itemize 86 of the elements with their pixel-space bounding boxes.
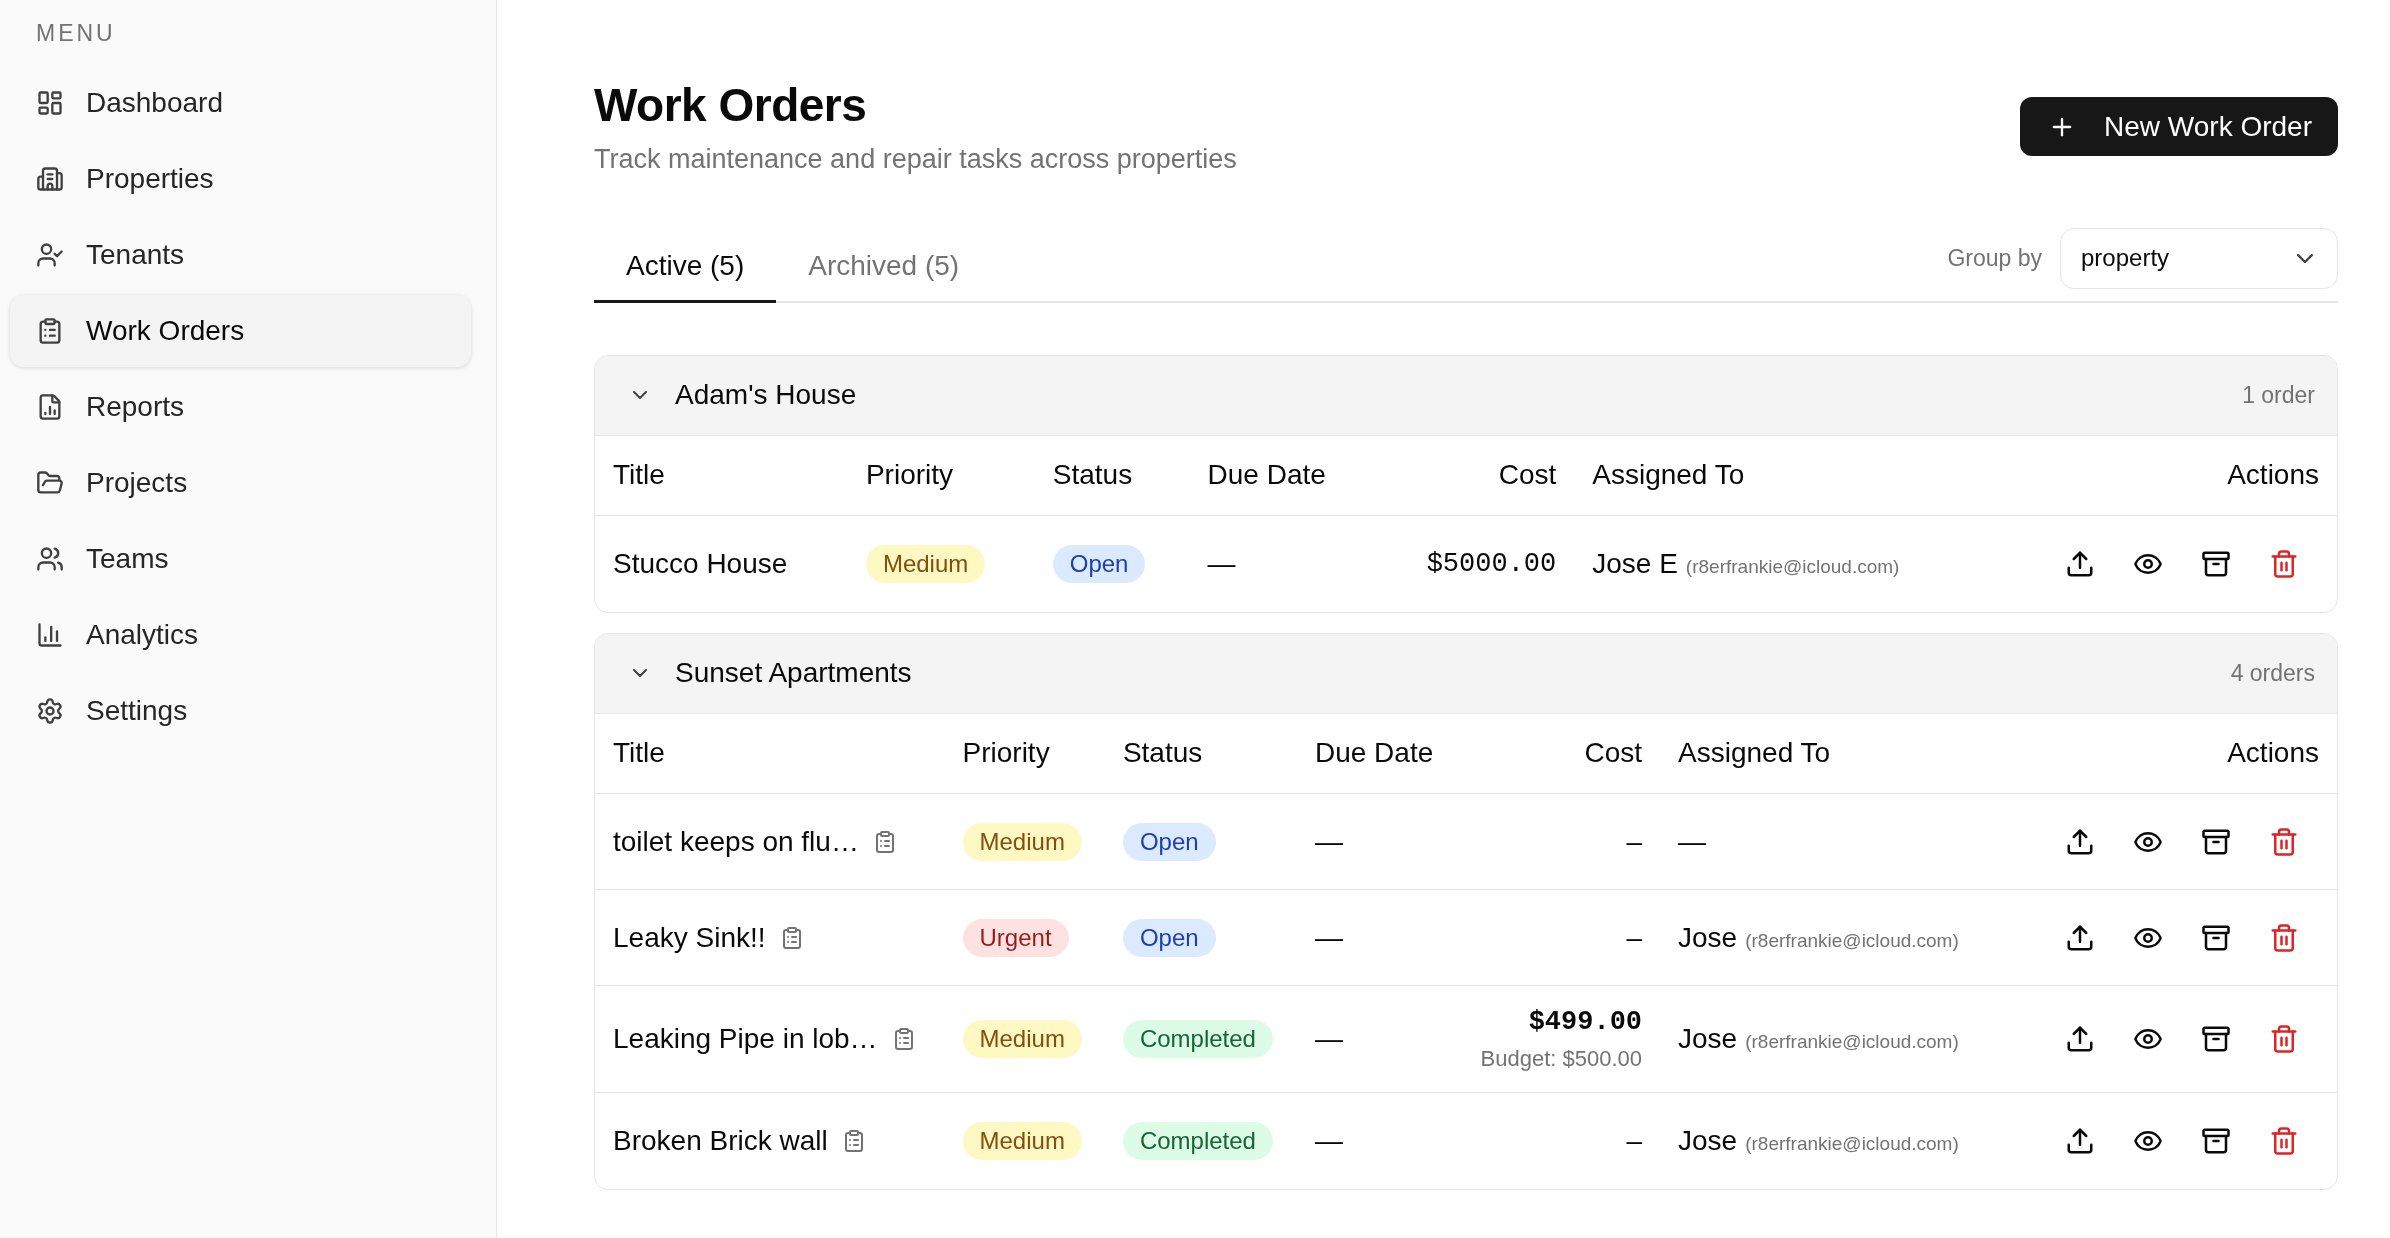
priority-badge: Medium [962,1020,1082,1059]
group-header[interactable]: Adam's House 1 order [595,355,2337,436]
assignee-name: — [1678,825,1707,857]
page-title: Work Orders [594,78,867,133]
assignee-email: (r8erfrankie@icloud.com) [1745,1031,1959,1053]
building-icon [36,165,64,193]
priority-badge: Medium [962,822,1082,861]
order-title: Leaking Pipe in lob… [613,1023,878,1056]
column-header: Due Date [1296,713,1457,794]
users-icon [36,545,64,573]
column-header: Title [595,713,945,794]
priority-badge: Urgent [962,918,1069,957]
assignee-name: Jose E [1592,547,1678,579]
cost-amount: – [1626,824,1643,859]
upload-icon[interactable] [2065,1024,2095,1055]
archive-icon[interactable] [2201,1024,2231,1055]
column-header: Actions [1987,713,2337,794]
cost-amount: – [1626,1123,1643,1158]
new-work-order-button[interactable]: New Work Order [2020,97,2338,157]
trash-icon[interactable] [2269,922,2299,953]
settings-icon [36,697,64,725]
order-title: Stucco House [613,547,788,580]
budget-note: Budget: $500.00 [1480,1045,1643,1074]
assignee-name: Jose [1678,1124,1738,1156]
trash-icon[interactable] [2269,1125,2299,1156]
column-header: Actions [1987,435,2337,516]
trash-icon[interactable] [2269,1024,2299,1055]
sidebar-item[interactable]: Projects [10,447,471,519]
order-count: 4 orders [2230,659,2315,687]
sidebar-item[interactable]: Analytics [10,599,471,671]
table-cell: — [1296,889,1457,986]
group-name: Adam's House [675,379,857,412]
page-subtitle: Track maintenance and repair tasks across properties [594,143,1237,176]
table-cell: — [1296,985,1457,1093]
user-check-icon [36,241,64,269]
sidebar-item[interactable]: Work Orders [10,295,471,367]
sidebar-item[interactable]: Properties [10,143,471,215]
cost-amount: $5000.00 [1426,547,1557,581]
assignee-name: Jose [1678,1023,1738,1055]
group-header[interactable]: Sunset Apartments 4 orders [595,633,2337,714]
cost-amount: $499.00 [1528,1006,1643,1040]
priority-badge: Medium [865,544,986,583]
sidebar-item[interactable]: Reports [10,371,471,443]
table-cell: — [1296,793,1457,890]
column-header: Status [1034,435,1190,516]
menu-heading: MENU [35,19,116,48]
assignee-email: (r8erfrankie@icloud.com) [1685,555,1900,577]
column-header: Due Date [1189,435,1376,516]
order-count: 1 order [2242,381,2315,409]
column-header: Cost [1456,713,1661,794]
group-name: Sunset Apartments [675,657,912,690]
table-cell: — [1296,1092,1457,1189]
chevron-down-icon [2297,253,2313,263]
column-header: Assigned To [1574,435,1987,516]
group-by-select[interactable]: property [2060,227,2338,289]
order-title: Broken Brick wall [613,1124,828,1157]
column-header: Cost [1375,435,1575,516]
sidebar-item[interactable]: Settings [10,675,471,747]
assignee-email: (r8erfrankie@icloud.com) [1745,1132,1959,1154]
status-badge: Open [1122,822,1216,861]
dashboard-grid-icon [36,89,64,117]
tab[interactable]: Archived (5) [776,232,992,303]
column-header: Status [1104,713,1297,794]
status-badge: Open [1122,918,1216,957]
assignee-name: Jose [1678,921,1738,953]
bar-chart-icon [36,621,64,649]
status-badge: Completed [1122,1020,1273,1059]
trash-icon[interactable] [2269,826,2299,857]
status-badge: Open [1052,544,1146,583]
priority-badge: Medium [962,1121,1082,1160]
status-badge: Completed [1122,1121,1273,1160]
assignee-email: (r8erfrankie@icloud.com) [1745,929,1959,951]
order-title: toilet keeps on flu… [613,825,859,858]
table-cell: — [1189,515,1376,612]
tab[interactable]: Active (5) [594,232,777,303]
order-title: Leaky Sink!! [613,921,766,954]
group-by-label: Group by [1947,244,2042,272]
sidebar-item[interactable]: Teams [10,523,471,595]
column-header: Priority [847,435,1035,516]
cost-amount: – [1626,920,1643,955]
column-header: Title [595,435,848,516]
column-header: Assigned To [1660,713,1987,794]
sidebar-item[interactable]: Dashboard [10,67,471,139]
trash-icon[interactable] [2269,548,2299,579]
column-header: Priority [944,713,1105,794]
sidebar-item[interactable]: Tenants [10,219,471,291]
